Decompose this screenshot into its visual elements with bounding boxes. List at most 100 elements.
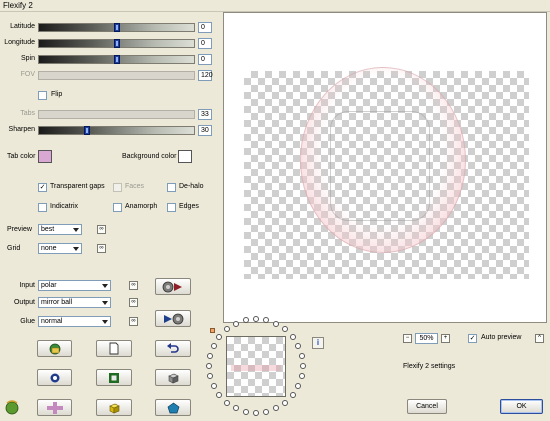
settings-label: Flexify 2 settings bbox=[403, 363, 456, 370]
chevron-down-icon bbox=[73, 228, 79, 232]
sharpen-value-field[interactable]: 30 bbox=[198, 125, 212, 136]
spin-slider-thumb[interactable] bbox=[114, 55, 120, 64]
pentagon-button[interactable] bbox=[155, 399, 191, 416]
navigator-dot[interactable] bbox=[216, 392, 222, 398]
edges-checkbox[interactable] bbox=[167, 203, 176, 212]
flip-label: Flip bbox=[51, 91, 63, 98]
sharpen-slider-thumb[interactable] bbox=[84, 126, 90, 135]
grid-select[interactable]: none bbox=[38, 243, 82, 254]
ring-icon bbox=[50, 373, 59, 382]
animation-record-button[interactable] bbox=[155, 278, 191, 295]
navigator-dot[interactable] bbox=[263, 409, 269, 415]
fov-label: FOV bbox=[20, 71, 35, 78]
zoom-in-button[interactable]: + bbox=[441, 334, 450, 343]
navigator-dot[interactable] bbox=[216, 334, 222, 340]
sharpen-slider[interactable] bbox=[38, 126, 195, 135]
flip-checkbox[interactable] bbox=[38, 91, 47, 100]
navigator-dot[interactable] bbox=[233, 321, 239, 327]
navigator-dot[interactable] bbox=[224, 400, 230, 406]
zoom-out-button[interactable]: − bbox=[403, 334, 412, 343]
spin-slider[interactable] bbox=[38, 55, 195, 64]
longitude-slider[interactable] bbox=[38, 39, 195, 48]
link-icon[interactable]: ∞ bbox=[129, 281, 138, 290]
navigator-dot[interactable] bbox=[290, 334, 296, 340]
background-color-label: Background color bbox=[122, 153, 177, 160]
longitude-value-field[interactable]: 0 bbox=[198, 38, 212, 49]
navigator-dot[interactable] bbox=[273, 405, 279, 411]
open-preset-button[interactable] bbox=[37, 340, 72, 357]
latitude-slider-thumb[interactable] bbox=[114, 23, 120, 32]
undo-button[interactable] bbox=[155, 340, 191, 357]
faces-checkbox[interactable] bbox=[113, 183, 122, 192]
navigator-dot[interactable] bbox=[233, 405, 239, 411]
navigator-dot[interactable] bbox=[295, 383, 301, 389]
input-label: Input bbox=[19, 282, 35, 289]
preview-select-value: best bbox=[41, 226, 55, 233]
spin-value-field[interactable]: 0 bbox=[198, 54, 212, 65]
navigator-dot[interactable] bbox=[211, 383, 217, 389]
link-icon[interactable]: ∞ bbox=[129, 317, 138, 326]
link-icon[interactable]: ∞ bbox=[97, 225, 106, 234]
yellow-cube-button[interactable] bbox=[96, 399, 132, 416]
navigator-dot[interactable] bbox=[206, 363, 212, 369]
navigator-dot[interactable] bbox=[299, 373, 305, 379]
indicatrix-checkbox[interactable] bbox=[38, 203, 47, 212]
output-label: Output bbox=[13, 299, 35, 306]
window-title: Flexify 2 bbox=[0, 0, 550, 12]
glue-select[interactable]: normal bbox=[38, 316, 111, 327]
preview-pane[interactable] bbox=[223, 12, 547, 323]
latitude-slider[interactable] bbox=[38, 23, 195, 32]
navigator-thumbnail[interactable] bbox=[226, 336, 286, 397]
anamorph-checkbox[interactable] bbox=[113, 203, 122, 212]
output-select[interactable]: mirror ball bbox=[38, 297, 111, 308]
ok-button[interactable]: OK bbox=[500, 399, 543, 414]
navigator-dot[interactable] bbox=[299, 353, 305, 359]
record-icon bbox=[162, 281, 182, 292]
navigator-handle[interactable] bbox=[210, 328, 215, 333]
box-button[interactable] bbox=[155, 369, 191, 386]
latitude-value-field[interactable]: 0 bbox=[198, 22, 212, 33]
tab-color-swatch[interactable] bbox=[38, 150, 52, 163]
navigator-dot[interactable] bbox=[224, 326, 230, 332]
new-document-button[interactable] bbox=[96, 340, 132, 357]
cancel-button[interactable]: Cancel bbox=[407, 399, 447, 414]
link-icon[interactable]: ∞ bbox=[97, 244, 106, 253]
navigator-dot[interactable] bbox=[273, 321, 279, 327]
background-color-swatch[interactable] bbox=[178, 150, 192, 163]
navigator-dot[interactable] bbox=[282, 326, 288, 332]
tabs-slider[interactable] bbox=[38, 110, 195, 119]
info-button[interactable]: i bbox=[312, 337, 324, 349]
navigator-dot[interactable] bbox=[263, 317, 269, 323]
fov-slider[interactable] bbox=[38, 71, 195, 80]
navigator-dot[interactable] bbox=[253, 316, 259, 322]
de-halo-checkbox[interactable] bbox=[167, 183, 176, 192]
input-select[interactable]: polar bbox=[38, 280, 111, 291]
navigator-dot[interactable] bbox=[253, 410, 259, 416]
target-button[interactable] bbox=[37, 369, 72, 386]
fov-value-field[interactable]: 120 bbox=[198, 70, 213, 81]
navigator-dot[interactable] bbox=[295, 343, 301, 349]
navigator-dot[interactable] bbox=[207, 373, 213, 379]
frame-button[interactable] bbox=[96, 369, 132, 386]
document-icon bbox=[109, 342, 119, 355]
longitude-slider-thumb[interactable] bbox=[114, 39, 120, 48]
plus-cross-icon bbox=[46, 401, 63, 414]
navigator-dot[interactable] bbox=[290, 392, 296, 398]
transparent-gaps-checkbox[interactable]: ✓ bbox=[38, 183, 47, 192]
preview-select[interactable]: best bbox=[38, 224, 82, 235]
navigator-dot[interactable] bbox=[243, 409, 249, 415]
faces-label: Faces bbox=[125, 183, 145, 190]
auto-preview-checkbox[interactable]: ✓ bbox=[468, 334, 477, 343]
cross-button[interactable] bbox=[37, 399, 72, 416]
animation-play-button[interactable] bbox=[155, 310, 191, 327]
navigator-dot[interactable] bbox=[211, 343, 217, 349]
navigator-dot[interactable] bbox=[243, 317, 249, 323]
cube-icon bbox=[167, 373, 179, 383]
tabs-value-field[interactable]: 33 bbox=[198, 109, 212, 120]
navigator-dot[interactable] bbox=[207, 353, 213, 359]
collapse-icon[interactable]: ^ bbox=[535, 334, 544, 343]
link-icon[interactable]: ∞ bbox=[129, 298, 138, 307]
zoom-level: 50% bbox=[415, 333, 438, 344]
navigator-dot[interactable] bbox=[282, 400, 288, 406]
navigator-dot[interactable] bbox=[300, 363, 306, 369]
